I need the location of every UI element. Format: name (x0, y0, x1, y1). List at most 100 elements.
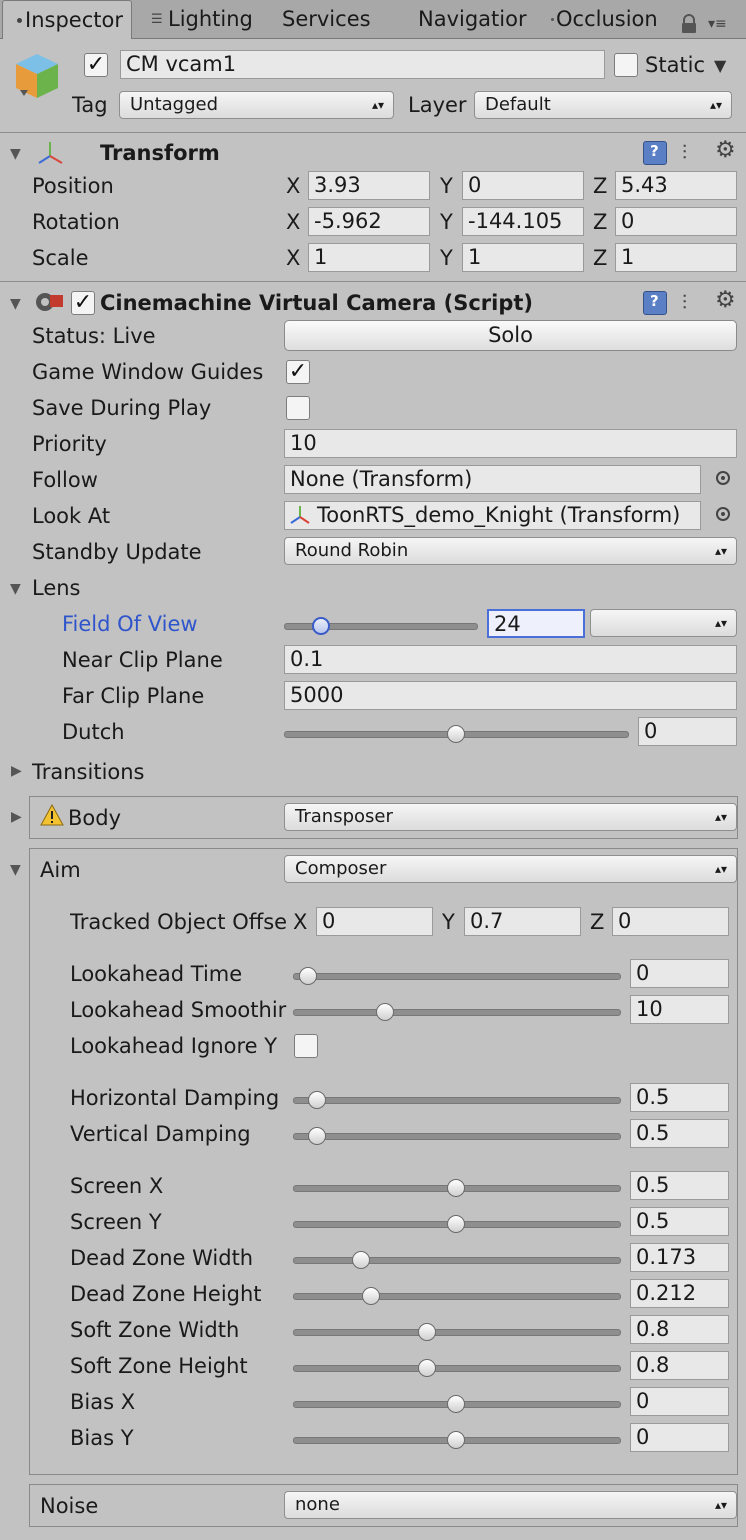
position-z-field[interactable]: 5.43 (615, 171, 737, 200)
aim-slider-value-field[interactable]: 0.5 (630, 1171, 729, 1200)
follow-field[interactable]: None (Transform) (284, 465, 701, 494)
rotation-z-field[interactable]: 0 (615, 207, 737, 236)
foldout-collapsed-icon[interactable]: ▶ (11, 809, 22, 825)
aim-slider-label: Lookahead Time (70, 962, 243, 986)
preset-icon[interactable]: ⫶ (682, 140, 687, 164)
far-clip-field[interactable]: 5000 (284, 681, 737, 710)
aim-slider-value-field[interactable]: 0 (630, 959, 729, 988)
fov-preset-dropdown[interactable]: ▴▾ (590, 609, 737, 637)
tab-label: Services (282, 7, 371, 31)
foldout-collapsed-icon[interactable]: ▶ (11, 763, 22, 779)
standby-update-dropdown[interactable]: Round Robin ▴▾ (284, 537, 737, 565)
aim-slider-track[interactable] (293, 973, 621, 980)
axis-y-label: Y (442, 910, 455, 934)
script-gear-icon (32, 289, 64, 319)
dutch-field[interactable]: 0 (638, 717, 737, 746)
aim-slider-knob[interactable] (447, 1179, 465, 1197)
aim-slider-track[interactable] (293, 1009, 621, 1016)
rotation-label: Rotation (32, 210, 120, 234)
axis-y-label: Y (440, 174, 453, 198)
tab-lighting[interactable]: ☰ Lighting (140, 0, 265, 38)
aim-slider-value-field[interactable]: 0.8 (630, 1315, 729, 1344)
aim-slider-track[interactable] (293, 1365, 621, 1372)
fov-field[interactable]: 24 (487, 609, 585, 638)
tracked-object-offset-label: Tracked Object Offse (70, 910, 288, 934)
priority-field[interactable]: 10 (284, 429, 737, 458)
tracked-offset-y-field[interactable]: 0.7 (464, 907, 581, 936)
aim-dropdown[interactable]: Composer ▴▾ (284, 855, 737, 883)
object-enabled-checkbox[interactable]: ✓ (84, 53, 108, 77)
static-dropdown-icon[interactable]: ▼ (714, 56, 726, 75)
dutch-slider-knob[interactable] (446, 725, 465, 743)
near-clip-field[interactable]: 0.1 (284, 645, 737, 674)
rotation-x-field[interactable]: -5.962 (308, 207, 430, 236)
aim-slider-value-field[interactable]: 0.5 (630, 1083, 729, 1112)
aim-slider-knob[interactable] (351, 1251, 370, 1269)
object-picker-icon[interactable] (716, 507, 730, 521)
tab-navigation[interactable]: Navigatior (408, 0, 533, 38)
scale-x-field[interactable]: 1 (308, 243, 430, 272)
aim-slider-knob[interactable] (417, 1359, 436, 1377)
layer-dropdown[interactable]: Default ▴▾ (474, 91, 732, 119)
aim-slider-knob[interactable] (447, 1431, 465, 1449)
save-during-play-checkbox[interactable] (286, 396, 310, 420)
aim-slider-value-field[interactable]: 10 (630, 995, 729, 1024)
scale-y-field[interactable]: 1 (462, 243, 584, 272)
help-icon[interactable]: ? (643, 291, 667, 315)
aim-slider-value-field[interactable]: 0 (630, 1423, 729, 1452)
aim-slider-value-field[interactable]: 0.8 (630, 1351, 729, 1380)
foldout-expanded-icon[interactable]: ▼ (10, 296, 21, 312)
fov-slider-knob[interactable] (311, 617, 330, 635)
vcam-title: Cinemachine Virtual Camera (Script) (100, 291, 534, 315)
aim-slider-value-field[interactable]: 0.173 (630, 1243, 729, 1272)
solo-button[interactable]: Solo (284, 320, 737, 351)
tracked-offset-z-field[interactable]: 0 (612, 907, 729, 936)
tracked-offset-x-field[interactable]: 0 (316, 907, 433, 936)
aim-slider-track[interactable] (293, 1329, 621, 1336)
preset-icon[interactable]: ⫶ (682, 290, 687, 314)
position-y-field[interactable]: 0 (462, 171, 584, 200)
lock-icon[interactable] (680, 14, 698, 38)
static-checkbox[interactable] (614, 53, 638, 77)
vcam-enabled-checkbox[interactable]: ✓ (71, 291, 95, 315)
aim-slider-knob[interactable] (417, 1323, 436, 1341)
aim-slider-value-field[interactable]: 0.5 (630, 1119, 729, 1148)
tab-occlusion[interactable]: Occlusion (546, 0, 671, 38)
aim-slider-value-field[interactable]: 0 (630, 1387, 729, 1416)
noise-dropdown[interactable]: none ▴▾ (284, 1491, 737, 1519)
scale-z-field[interactable]: 1 (615, 243, 737, 272)
aim-box (29, 848, 738, 1475)
tab-inspector[interactable]: Inspector (2, 0, 132, 39)
tag-dropdown[interactable]: Untagged ▴▾ (119, 91, 394, 119)
aim-slider-value-field[interactable]: 0.212 (630, 1279, 729, 1308)
gear-icon[interactable]: ⚙ (715, 287, 736, 313)
body-dropdown[interactable]: Transposer ▴▾ (284, 803, 737, 831)
aim-slider-track[interactable] (293, 1133, 621, 1140)
aim-slider-value-field[interactable]: 0.5 (630, 1207, 729, 1236)
foldout-expanded-icon[interactable]: ▼ (10, 862, 21, 878)
aim-slider-knob[interactable] (447, 1395, 465, 1413)
game-window-guides-checkbox[interactable]: ✓ (286, 360, 310, 384)
divider (0, 132, 746, 133)
aim-slider-knob[interactable] (447, 1215, 465, 1233)
follow-label: Follow (32, 468, 98, 492)
dot-icon (17, 18, 22, 23)
gear-icon[interactable]: ⚙ (715, 137, 736, 163)
help-icon[interactable]: ? (643, 141, 667, 165)
object-name-field[interactable]: CM vcam1 (120, 50, 605, 79)
aim-slider-track[interactable] (293, 1097, 621, 1104)
foldout-expanded-icon[interactable]: ▼ (10, 146, 21, 162)
aim-slider-track[interactable] (293, 1293, 621, 1300)
foldout-expanded-icon[interactable]: ▼ (10, 581, 21, 597)
noise-label: Noise (40, 1494, 99, 1518)
aim-slider-track[interactable] (293, 1257, 621, 1264)
axis-x-label: X (286, 210, 301, 234)
object-picker-icon[interactable] (716, 471, 730, 485)
tab-services[interactable]: Services (270, 0, 390, 38)
standby-update-value: Round Robin (295, 540, 409, 561)
tab-menu-icon[interactable]: ▾≡ (708, 16, 727, 32)
rotation-y-field[interactable]: -144.105 (462, 207, 584, 236)
lookat-field[interactable]: ToonRTS_demo_Knight (Transform) (284, 501, 701, 530)
lookahead-ignore-y-checkbox[interactable] (294, 1034, 318, 1058)
position-x-field[interactable]: 3.93 (308, 171, 430, 200)
